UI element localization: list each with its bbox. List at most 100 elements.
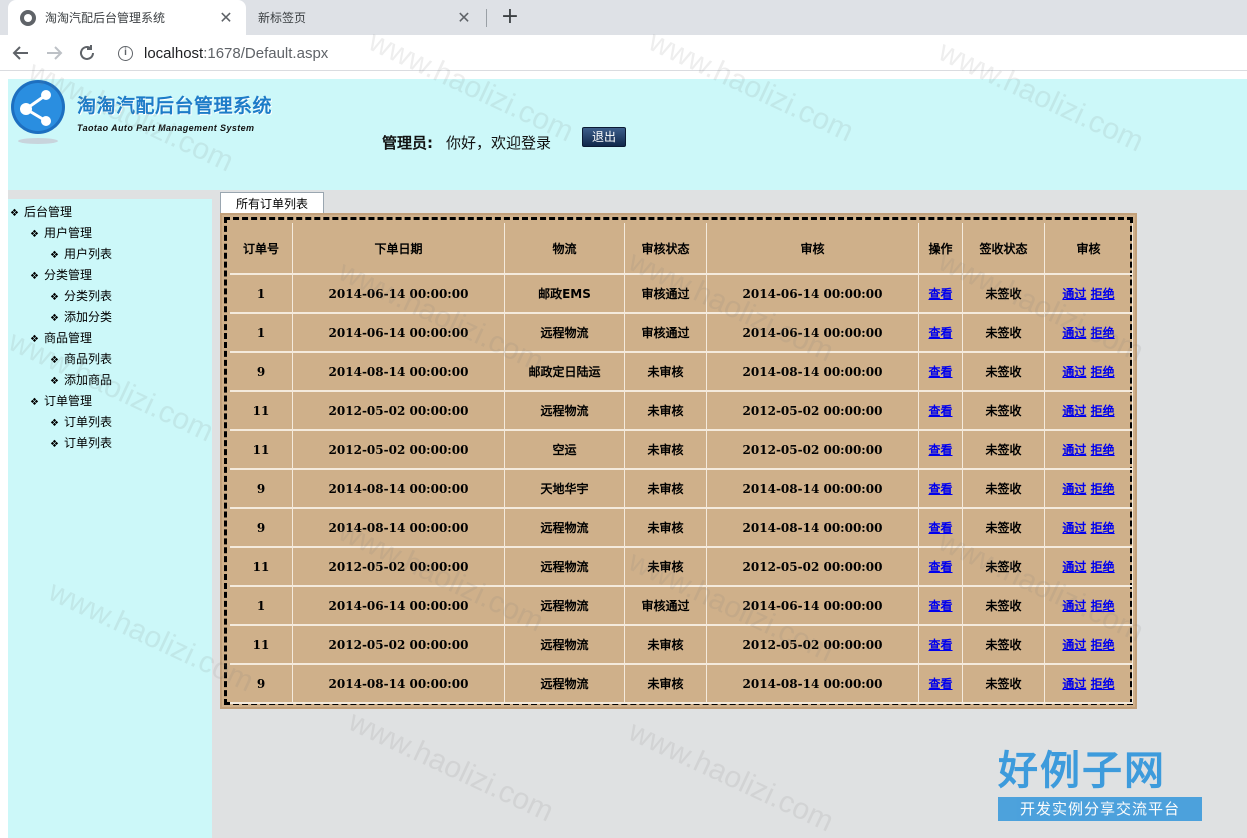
tree-item-add-product[interactable]: ❖ 添加商品: [50, 371, 112, 388]
table-row: 9 2014-08-14 00:00:00 天地华宇 未审核 2014-08-14 00…: [230, 470, 1133, 509]
logo-icon: [11, 80, 65, 144]
approve-link[interactable]: 通过: [1062, 677, 1086, 691]
tree-item-order-list[interactable]: ❖ 订单列表: [50, 413, 112, 430]
browser-tab-bar: 淘淘汽配后台管理系统 ✕ 新标签页 ✕ +: [0, 0, 1247, 35]
tree-group-order[interactable]: ❖ 订单管理: [30, 392, 92, 409]
back-button[interactable]: [7, 39, 35, 67]
order-date-cell: 2014-08-14 00:00:00: [293, 353, 505, 392]
approve-link[interactable]: 通过: [1062, 482, 1086, 496]
reject-link[interactable]: 拒绝: [1091, 326, 1115, 340]
reject-link[interactable]: 拒绝: [1091, 638, 1115, 652]
approve-link[interactable]: 通过: [1062, 521, 1086, 535]
tree-item-order-list[interactable]: ❖ 订单列表: [50, 434, 112, 451]
approve-link[interactable]: 通过: [1062, 599, 1086, 613]
approve-link[interactable]: 通过: [1062, 326, 1086, 340]
order-id-cell: 11: [230, 431, 293, 470]
tree-item-add-category[interactable]: ❖ 添加分类: [50, 308, 112, 325]
tree-item-product-list[interactable]: ❖ 商品列表: [50, 350, 112, 367]
tree-group-product[interactable]: ❖ 商品管理: [30, 329, 92, 346]
audit-date-cell: 2014-06-14 00:00:00: [707, 314, 919, 353]
table-row: 1 2014-06-14 00:00:00 远程物流 审核通过 2014-06-14 0…: [230, 587, 1133, 626]
tree-group-user[interactable]: ❖ 用户管理: [30, 224, 92, 241]
approve-link[interactable]: 通过: [1062, 560, 1086, 574]
audit-status-cell: 未审核: [625, 665, 707, 704]
audit-status-cell: 审核通过: [625, 314, 707, 353]
logistics-cell: 远程物流: [505, 509, 625, 548]
new-tab-button[interactable]: +: [498, 4, 522, 30]
tree-item-label: 添加商品: [64, 373, 113, 387]
view-link[interactable]: 查看: [928, 677, 952, 691]
address-bar[interactable]: i localhost:1678/Default.aspx: [108, 39, 1238, 67]
reject-link[interactable]: 拒绝: [1091, 599, 1115, 613]
tree-root[interactable]: ❖ 后台管理: [10, 203, 72, 220]
order-id-cell: 9: [230, 509, 293, 548]
sign-status-cell: 未签收: [963, 587, 1045, 626]
reject-link[interactable]: 拒绝: [1091, 443, 1115, 457]
admin-label: 管理员:: [382, 134, 433, 152]
tab-title: 淘淘汽配后台管理系统: [45, 11, 166, 25]
action-cell: 查看: [919, 392, 963, 431]
browser-tab-active[interactable]: 淘淘汽配后台管理系统 ✕: [8, 0, 246, 35]
tree-item-label: 添加分类: [64, 310, 113, 324]
approve-link[interactable]: 通过: [1062, 365, 1086, 379]
audit-date-cell: 2014-06-14 00:00:00: [707, 275, 919, 314]
site-title: 淘淘汽配后台管理系统: [77, 95, 273, 117]
table-row: 11 2012-05-02 00:00:00 远程物流 未审核 2012-05-02 0…: [230, 626, 1133, 665]
diamond-bullet-icon: ❖: [10, 208, 19, 219]
view-link[interactable]: 查看: [928, 638, 952, 652]
reject-link[interactable]: 拒绝: [1091, 521, 1115, 535]
tree-item-user-list[interactable]: ❖ 用户列表: [50, 245, 112, 262]
tab-all-orders[interactable]: 所有订单列表: [220, 192, 324, 214]
diamond-bullet-icon: ❖: [50, 250, 59, 261]
browser-toolbar: i localhost:1678/Default.aspx: [0, 35, 1247, 71]
forward-button[interactable]: [40, 39, 68, 67]
reject-link[interactable]: 拒绝: [1091, 677, 1115, 691]
logistics-cell: 远程物流: [505, 587, 625, 626]
close-icon[interactable]: ✕: [452, 8, 476, 27]
view-link[interactable]: 查看: [928, 599, 952, 613]
brand-watermark: 好例子网 开发实例分享交流平台: [998, 745, 1204, 829]
approve-link[interactable]: 通过: [1062, 287, 1086, 301]
view-link[interactable]: 查看: [928, 443, 952, 457]
audit-status-cell: 未审核: [625, 626, 707, 665]
audit-status-cell: 未审核: [625, 392, 707, 431]
view-link[interactable]: 查看: [928, 560, 952, 574]
audit-status-cell: 审核通过: [625, 275, 707, 314]
view-link[interactable]: 查看: [928, 287, 952, 301]
audit-date-cell: 2014-08-14 00:00:00: [707, 353, 919, 392]
tree-group-category[interactable]: ❖ 分类管理: [30, 266, 92, 283]
logistics-cell: 远程物流: [505, 392, 625, 431]
view-link[interactable]: 查看: [928, 404, 952, 418]
approve-link[interactable]: 通过: [1062, 638, 1086, 652]
reject-link[interactable]: 拒绝: [1091, 287, 1115, 301]
approve-link[interactable]: 通过: [1062, 443, 1086, 457]
browser-tab-new[interactable]: 新标签页 ✕: [246, 0, 484, 35]
audit-actions-cell: 通过 拒绝: [1045, 314, 1133, 353]
audit-actions-cell: 通过 拒绝: [1045, 470, 1133, 509]
info-icon[interactable]: i: [118, 45, 133, 61]
view-link[interactable]: 查看: [928, 482, 952, 496]
reject-link[interactable]: 拒绝: [1091, 560, 1115, 574]
order-id-cell: 1: [230, 275, 293, 314]
view-link[interactable]: 查看: [928, 365, 952, 379]
table-row: 9 2014-08-14 00:00:00 远程物流 未审核 2014-08-14 00…: [230, 509, 1133, 548]
tab-title: 新标签页: [258, 11, 307, 25]
column-header: 审核状态: [625, 223, 707, 275]
column-header: 审核: [1045, 223, 1133, 275]
logout-button[interactable]: 退出: [582, 127, 626, 147]
order-id-cell: 11: [230, 548, 293, 587]
view-link[interactable]: 查看: [928, 521, 952, 535]
close-icon[interactable]: ✕: [214, 8, 238, 27]
tree-item-category-list[interactable]: ❖ 分类列表: [50, 287, 112, 304]
reload-button[interactable]: [73, 39, 101, 67]
sign-status-cell: 未签收: [963, 314, 1045, 353]
reject-link[interactable]: 拒绝: [1091, 365, 1115, 379]
action-cell: 查看: [919, 431, 963, 470]
action-cell: 查看: [919, 548, 963, 587]
view-link[interactable]: 查看: [928, 326, 952, 340]
reject-link[interactable]: 拒绝: [1091, 404, 1115, 418]
order-date-cell: 2014-08-14 00:00:00: [293, 470, 505, 509]
reject-link[interactable]: 拒绝: [1091, 482, 1115, 496]
approve-link[interactable]: 通过: [1062, 404, 1086, 418]
audit-actions-cell: 通过 拒绝: [1045, 275, 1133, 314]
